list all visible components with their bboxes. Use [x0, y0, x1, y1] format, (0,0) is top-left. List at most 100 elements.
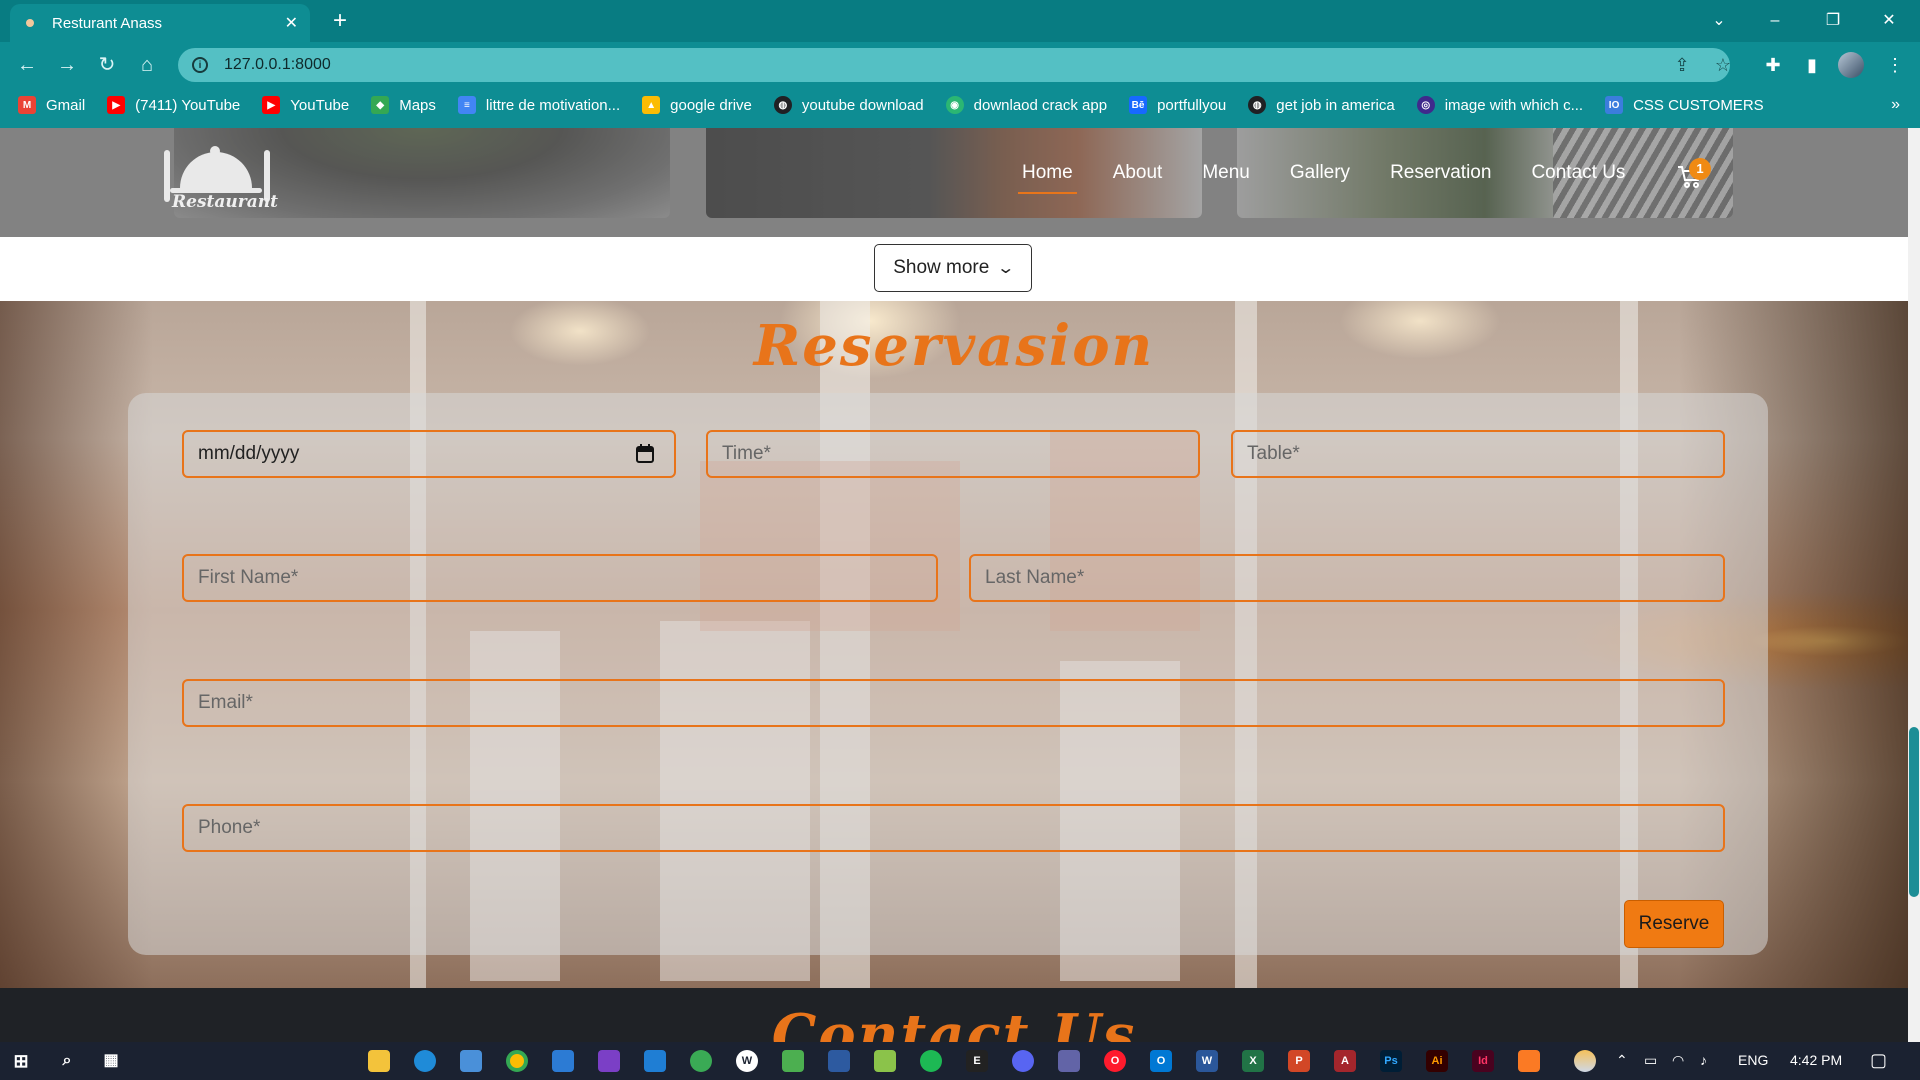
bookmark-youtube[interactable]: ▶ YouTube	[262, 96, 349, 114]
illustrator-icon[interactable]: Ai	[1426, 1050, 1448, 1072]
site-info-icon[interactable]: i	[192, 57, 208, 73]
powerpoint-icon[interactable]: P	[1288, 1050, 1310, 1072]
restaurant-logo[interactable]: Restaurant	[160, 146, 280, 214]
calendar-icon[interactable]	[636, 444, 654, 468]
wifi-icon[interactable]: ◠	[1672, 1052, 1684, 1069]
nav-contact-us[interactable]: Contact Us	[1531, 162, 1625, 184]
profile-avatar[interactable]	[1838, 52, 1864, 78]
app-icon[interactable]	[690, 1050, 712, 1072]
snipping-icon[interactable]	[828, 1050, 850, 1072]
bookmark-image[interactable]: ◎ image with which c...	[1416, 96, 1583, 114]
show-more-label: Show more	[893, 257, 990, 278]
restore-icon[interactable]: ❐	[1810, 6, 1856, 36]
nav-home[interactable]: Home	[1018, 162, 1077, 194]
bookmark-crack-app[interactable]: ◉ downlaod crack app	[945, 96, 1107, 114]
mail-icon[interactable]	[552, 1050, 574, 1072]
reload-icon[interactable]: ↻	[92, 50, 122, 80]
scrollbar-thumb[interactable]	[1909, 727, 1919, 897]
notifications-icon[interactable]: ▢	[1870, 1050, 1887, 1071]
date-field[interactable]	[182, 430, 676, 478]
task-view-icon[interactable]: ▦	[100, 1050, 122, 1072]
table-field[interactable]	[1231, 430, 1725, 478]
contact-section: Contact Us	[0, 988, 1908, 1042]
file-explorer-icon[interactable]	[368, 1050, 390, 1072]
forward-icon[interactable]: →	[52, 50, 82, 80]
discord-icon[interactable]	[1012, 1050, 1034, 1072]
chevron-down-icon: ⌄	[996, 260, 1016, 277]
tab-search-icon[interactable]: ⌄	[1696, 6, 1742, 36]
xampp-icon[interactable]	[1518, 1050, 1540, 1072]
visual-studio-icon[interactable]	[598, 1050, 620, 1072]
reserve-button[interactable]: Reserve	[1624, 900, 1724, 948]
bookmark-portfullyou[interactable]: Bē portfullyou	[1129, 96, 1226, 114]
access-icon[interactable]: A	[1334, 1050, 1356, 1072]
layers-icon[interactable]	[782, 1050, 804, 1072]
nav-about[interactable]: About	[1113, 162, 1163, 184]
indesign-icon[interactable]: Id	[1472, 1050, 1494, 1072]
battery-icon[interactable]: ▭	[1644, 1052, 1657, 1069]
nav-gallery[interactable]: Gallery	[1290, 162, 1350, 184]
extensions-icon[interactable]: ✚	[1758, 50, 1788, 80]
store-icon[interactable]	[460, 1050, 482, 1072]
nav-reservation[interactable]: Reservation	[1390, 162, 1491, 184]
word-icon[interactable]: W	[1196, 1050, 1218, 1072]
page-scrollbar[interactable]	[1908, 128, 1920, 1042]
new-tab-icon[interactable]: +	[325, 6, 355, 36]
photoshop-icon[interactable]: Ps	[1380, 1050, 1402, 1072]
page-viewport: Restaurant Home About Menu Gallery Reser…	[0, 128, 1908, 1042]
close-window-icon[interactable]: ✕	[1866, 6, 1912, 36]
browser-toolbar: ← → ↻ ⌂ i 127.0.0.1:8000 ⇪ ☆ ✚ ▮ ⋮	[0, 42, 1920, 88]
bookmark-css-customers[interactable]: IO CSS CUSTOMERS	[1605, 96, 1764, 114]
weather-icon[interactable]	[1574, 1050, 1596, 1072]
excel-icon[interactable]: X	[1242, 1050, 1264, 1072]
address-bar[interactable]: i 127.0.0.1:8000	[178, 48, 1730, 82]
chrome-icon[interactable]	[506, 1050, 528, 1072]
side-panel-icon[interactable]: ▮	[1797, 50, 1827, 80]
vscode-icon[interactable]	[644, 1050, 666, 1072]
tray-overflow-icon[interactable]: ⌃	[1616, 1052, 1628, 1069]
opera-icon[interactable]: O	[1104, 1050, 1126, 1072]
teams-icon[interactable]	[1058, 1050, 1080, 1072]
bookmark-maps[interactable]: ◆ Maps	[371, 96, 436, 114]
editor-icon[interactable]	[874, 1050, 896, 1072]
minimize-icon[interactable]: –	[1752, 6, 1798, 36]
time-field[interactable]	[706, 430, 1200, 478]
language-indicator[interactable]: ENG	[1738, 1052, 1768, 1068]
email-field[interactable]	[182, 679, 1725, 727]
bookmark-job-america[interactable]: ◍ get job in america	[1248, 96, 1395, 114]
bookmark-youtube-download[interactable]: ◍ youtube download	[773, 96, 924, 114]
windows-start-icon[interactable]: ⊞	[10, 1050, 32, 1072]
share-icon[interactable]: ⇪	[1667, 50, 1697, 80]
docs-icon: ≡	[457, 96, 476, 114]
outlook-icon[interactable]: O	[1150, 1050, 1172, 1072]
browser-chrome: Resturant Anass ✕ + ⌄ – ❐ ✕ ← → ↻ ⌂ i 12…	[0, 0, 1920, 128]
browser-tab[interactable]: Resturant Anass ✕	[10, 4, 310, 42]
last-name-field[interactable]	[969, 554, 1725, 602]
edge-icon[interactable]	[414, 1050, 436, 1072]
nav-menu[interactable]: Menu	[1202, 162, 1250, 184]
browser-menu-icon[interactable]: ⋮	[1880, 50, 1910, 80]
show-more-button[interactable]: Show more ⌄	[874, 244, 1032, 292]
search-icon[interactable]: ⌕	[56, 1050, 78, 1072]
bookmark-motivation[interactable]: ≡ littre de motivation...	[457, 96, 620, 114]
behance-icon: Bē	[1129, 96, 1148, 114]
tab-close-icon[interactable]: ✕	[285, 13, 298, 33]
phone-field[interactable]	[182, 804, 1725, 852]
wordpress-icon[interactable]: W	[736, 1050, 758, 1072]
gmail-icon: M	[18, 96, 36, 114]
bookmark-star-icon[interactable]: ☆	[1708, 50, 1738, 80]
bookmarks-overflow-icon[interactable]: »	[1891, 96, 1900, 114]
contact-title: Contact Us	[771, 1002, 1137, 1042]
cloche-icon	[180, 146, 252, 188]
home-icon[interactable]: ⌂	[132, 50, 162, 80]
volume-icon[interactable]: ♪	[1700, 1052, 1707, 1068]
first-name-field[interactable]	[182, 554, 938, 602]
bookmark-google-drive[interactable]: ▲ google drive	[642, 96, 752, 114]
bookmark-gmail[interactable]: M Gmail	[18, 96, 85, 114]
bookmark-youtube-count[interactable]: ▶ (7411) YouTube	[107, 96, 240, 114]
epic-games-icon[interactable]: E	[966, 1050, 988, 1072]
back-icon[interactable]: ←	[12, 50, 42, 80]
spotify-icon[interactable]	[920, 1050, 942, 1072]
clock[interactable]: 4:42 PM	[1790, 1052, 1842, 1068]
youtube-icon: ▶	[107, 96, 126, 114]
